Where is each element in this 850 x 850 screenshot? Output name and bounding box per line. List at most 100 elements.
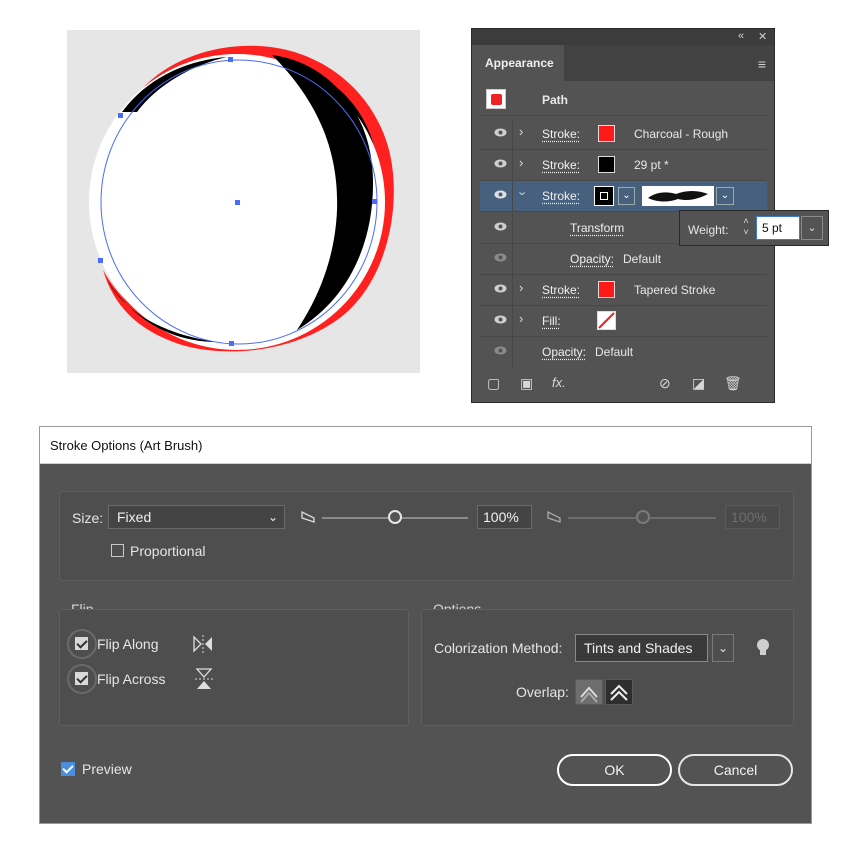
stroke-swatch[interactable]	[598, 125, 615, 142]
artboard-preview[interactable]	[67, 30, 420, 373]
duplicate-item-icon[interactable]: ◪	[692, 375, 705, 392]
scale-start-icon	[301, 510, 315, 523]
stroke-swatch[interactable]	[598, 156, 615, 173]
stroke-label[interactable]: Stroke:	[542, 283, 580, 297]
proportional-checkbox[interactable]	[111, 544, 124, 557]
stroke-label[interactable]: Stroke:	[542, 189, 580, 203]
path-label: Path	[542, 93, 569, 107]
stroke-row-charcoal[interactable]: › Stroke: Charcoal - Rough	[480, 119, 767, 150]
opacity-value: Default	[623, 252, 662, 266]
stroke-swatch[interactable]	[594, 186, 614, 206]
stroke-label[interactable]: Stroke:	[542, 127, 580, 141]
anchor-point[interactable]	[372, 199, 377, 204]
stroke-options-dialog: Stroke Options (Art Brush) Size: Fixed ⌄…	[39, 426, 812, 824]
chevron-down-icon: ⌄	[267, 510, 278, 524]
flip-group: Flip Along Flip Across	[59, 609, 409, 726]
stroke-row-29pt[interactable]: › Stroke: 29 pt *	[480, 150, 767, 181]
flip-across-checkbox[interactable]	[75, 672, 88, 685]
overlap-option-2-button[interactable]	[605, 679, 633, 705]
eye-icon[interactable]	[494, 315, 507, 324]
opacity-row-nested[interactable]: Opacity: Default	[480, 244, 767, 275]
hamburger-menu-icon[interactable]: ≡	[758, 56, 766, 72]
colorization-value: Tints and Shades	[584, 640, 693, 656]
eye-icon[interactable]	[494, 190, 507, 199]
weight-label: Weight:	[688, 223, 729, 237]
anchor-point[interactable]	[98, 258, 103, 263]
size-label: Size:	[72, 510, 104, 526]
anchor-point[interactable]	[228, 57, 233, 62]
panel-tab-strip: Appearance ≡	[472, 45, 774, 81]
chevron-down-icon[interactable]: ⌄	[618, 187, 635, 205]
eye-icon[interactable]	[494, 346, 507, 355]
brush-preview[interactable]	[642, 186, 714, 206]
overlap-label: Overlap:	[516, 684, 569, 700]
size-dropdown[interactable]: Fixed ⌄	[108, 505, 285, 529]
lightbulb-icon[interactable]	[756, 638, 770, 658]
path-thumbnail	[486, 89, 506, 109]
dialog-title-bar[interactable]: Stroke Options (Art Brush)	[40, 427, 811, 464]
anchor-point[interactable]	[118, 113, 123, 118]
anchor-point[interactable]	[229, 341, 234, 346]
eye-icon[interactable]	[494, 253, 507, 262]
opacity-label[interactable]: Opacity:	[570, 252, 614, 266]
preview-checkbox[interactable]	[61, 762, 75, 776]
chevron-right-icon[interactable]: ›	[519, 124, 523, 139]
size-percent-input[interactable]: 100%	[477, 505, 532, 529]
trash-icon[interactable]: 🗑	[724, 375, 742, 392]
fill-label[interactable]: Fill:	[542, 314, 561, 328]
stroke-brush-name: Charcoal - Rough	[634, 127, 729, 141]
size-group: Size: Fixed ⌄ 100% 100% Proportional	[59, 491, 794, 581]
size-slider-thumb-disabled	[636, 510, 650, 524]
add-stroke-icon[interactable]: ▢	[487, 375, 500, 392]
eye-icon[interactable]	[494, 222, 507, 231]
stroke-label[interactable]: Stroke:	[542, 158, 580, 172]
chevron-down-icon[interactable]: ›	[516, 191, 531, 195]
opacity-label[interactable]: Opacity:	[542, 345, 586, 359]
none-swatch-icon[interactable]	[597, 311, 616, 330]
size-slider-thumb[interactable]	[388, 510, 402, 524]
add-fill-icon[interactable]: ▣	[520, 375, 533, 392]
weight-stepper[interactable]: ˄ ˅	[737, 216, 755, 240]
panel-title-bar[interactable]: « ✕	[472, 29, 774, 45]
eye-icon[interactable]	[494, 284, 507, 293]
overlap-option-1-button[interactable]	[575, 679, 603, 705]
colorization-label: Colorization Method:	[434, 640, 563, 656]
stroke-row-tapered[interactable]: › Stroke: Tapered Stroke	[480, 275, 767, 306]
close-icon[interactable]: ✕	[758, 30, 767, 43]
dialog-title: Stroke Options (Art Brush)	[50, 438, 203, 453]
chevron-right-icon[interactable]: ›	[519, 280, 523, 295]
chevron-down-icon[interactable]: ⌄	[801, 216, 823, 240]
flip-across-label[interactable]: Flip Across	[97, 671, 165, 687]
double-chevron-left-icon[interactable]: «	[738, 30, 744, 42]
ok-button[interactable]: OK	[557, 754, 672, 786]
fill-row[interactable]: › Fill:	[480, 306, 767, 337]
chevron-down-icon[interactable]: ⌄	[716, 187, 734, 205]
path-header-row[interactable]: Path	[480, 85, 767, 116]
flip-along-label[interactable]: Flip Along	[97, 636, 158, 652]
transform-label[interactable]: Transform	[570, 221, 624, 235]
scale-end-icon	[547, 510, 561, 523]
preview-label[interactable]: Preview	[82, 761, 132, 777]
eye-icon[interactable]	[494, 128, 507, 137]
panel-bottom-toolbar: ▢ ▣ fx. ⊘ ◪ 🗑	[472, 368, 774, 402]
chevron-down-icon[interactable]: ⌄	[712, 634, 734, 662]
stroke-weight-value: 29 pt *	[634, 158, 669, 172]
chevron-right-icon[interactable]: ›	[519, 311, 523, 326]
tab-appearance[interactable]: Appearance	[472, 45, 564, 81]
cancel-button[interactable]: Cancel	[678, 754, 793, 786]
flip-along-icon	[193, 635, 212, 653]
center-point[interactable]	[235, 200, 240, 205]
eye-icon[interactable]	[494, 159, 507, 168]
flip-along-checkbox[interactable]	[75, 637, 88, 650]
colorization-dropdown[interactable]: Tints and Shades	[575, 634, 708, 662]
proportional-label[interactable]: Proportional	[130, 543, 206, 559]
stroke-swatch[interactable]	[598, 281, 615, 298]
clear-appearance-icon[interactable]: ⊘	[659, 375, 671, 392]
weight-popup: Weight: ˄ ˅ 5 pt ⌄	[679, 210, 829, 246]
stroke-row-selected[interactable]: › Stroke: ⌄ ⌄	[480, 181, 767, 212]
opacity-value: Default	[595, 345, 634, 359]
chevron-right-icon[interactable]: ›	[519, 155, 523, 170]
opacity-row[interactable]: Opacity: Default	[480, 337, 767, 367]
weight-input[interactable]: 5 pt	[756, 216, 800, 240]
fx-icon[interactable]: fx.	[552, 375, 566, 390]
